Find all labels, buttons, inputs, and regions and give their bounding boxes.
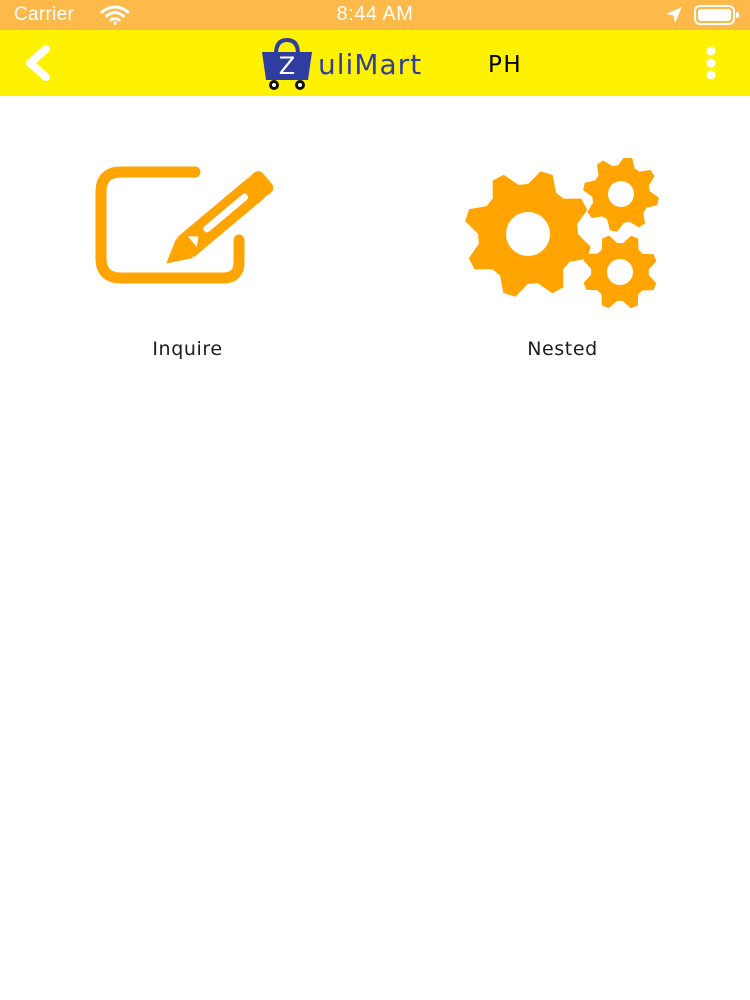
brand-name: uliMart [318,48,423,81]
status-time: 8:44 AM [336,3,414,25]
menu-item-label: Nested [527,338,598,360]
status-bar: Carrier 8:44 AM [0,0,750,30]
app-screen: Carrier 8:44 AM Z uliMart PH Inquire Nes… [0,0,750,1000]
menu-item-inquire[interactable]: Inquire [0,150,375,380]
menu-item-nested[interactable]: Nested [375,150,750,380]
back-chevron-icon [26,45,50,81]
menu-item-label: Inquire [152,338,223,360]
gears-icon [465,158,659,308]
shopping-cart-logo-icon: Z [262,37,312,90]
edit-pencil-icon [95,166,274,284]
battery-icon [694,5,739,25]
more-vertical-icon[interactable] [700,44,722,82]
back-button[interactable] [18,43,58,83]
app-header: Z uliMart PH [0,30,750,96]
brand-suffix: PH [488,52,523,78]
brand-logo-title: Z uliMart PH [254,36,554,92]
logo-letter: Z [279,52,295,80]
location-arrow-icon [666,7,682,23]
